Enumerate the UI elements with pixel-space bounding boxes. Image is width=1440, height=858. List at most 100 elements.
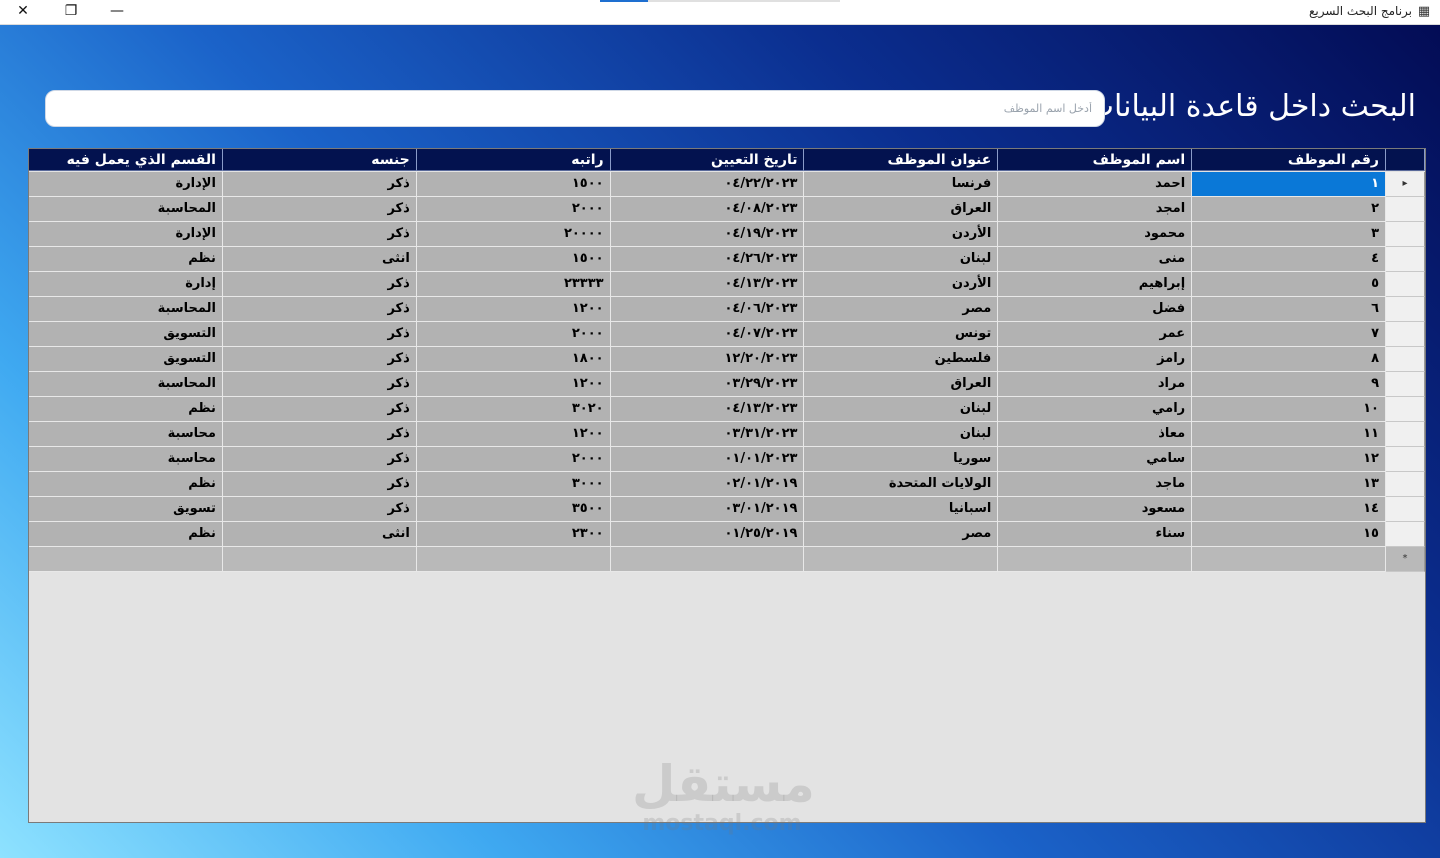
row-selector[interactable]	[1386, 322, 1425, 347]
row-selector[interactable]	[1386, 397, 1425, 422]
cell-employee-address[interactable]: الأردن	[804, 222, 999, 247]
cell-employee-address[interactable]: لبنان	[804, 397, 999, 422]
cell-employee-address[interactable]: تونس	[804, 322, 999, 347]
cell-gender[interactable]: ذكر	[222, 322, 417, 347]
row-selector[interactable]: ▸	[1386, 172, 1425, 197]
maximize-button[interactable]: ❐	[48, 0, 94, 24]
table-row[interactable]: ٨ رامز فلسطين ١٢/٢٠/٢٠٢٣ ١٨٠٠ ذكر التسويق	[29, 347, 1425, 372]
cell-employee-id[interactable]: ٩	[1192, 372, 1386, 397]
cell-employee-id[interactable]: ٥	[1192, 272, 1386, 297]
cell-employee-name[interactable]: مسعود	[998, 497, 1193, 522]
row-selector[interactable]	[1386, 497, 1425, 522]
cell-employee-id[interactable]: ٨	[1192, 347, 1386, 372]
cell-gender[interactable]: ذكر	[222, 347, 417, 372]
cell-hire-date[interactable]: ٠٣/٣١/٢٠٢٣	[610, 422, 805, 447]
table-row[interactable]: ٢ امجد العراق ٠٤/٠٨/٢٠٢٣ ٢٠٠٠ ذكر المحاسبة	[29, 197, 1425, 222]
table-row[interactable]: ١١ معاذ لبنان ٠٣/٣١/٢٠٢٣ ١٢٠٠ ذكر محاسبة	[29, 422, 1425, 447]
cell-department[interactable]: المحاسبة	[29, 297, 223, 322]
row-selector[interactable]	[1386, 247, 1425, 272]
cell-employee-address[interactable]: فرنسا	[804, 172, 999, 197]
cell-employee-name[interactable]: رامز	[998, 347, 1193, 372]
cell-employee-id[interactable]: ١١	[1192, 422, 1386, 447]
cell-salary[interactable]: ٣٠٢٠	[416, 397, 611, 422]
row-selector[interactable]	[1386, 472, 1425, 497]
cell-salary[interactable]: ٢٠٠٠	[416, 322, 611, 347]
row-selector[interactable]	[1386, 447, 1425, 472]
cell-salary[interactable]: ٢٠٠٠	[416, 197, 611, 222]
cell-hire-date[interactable]: ٠٢/٠١/٢٠١٩	[610, 472, 805, 497]
cell-employee-address[interactable]: العراق	[804, 372, 999, 397]
cell-employee-address[interactable]: سوريا	[804, 447, 999, 472]
cell-hire-date[interactable]: ٠٤/١٩/٢٠٢٣	[610, 222, 805, 247]
cell-department[interactable]: نظم	[29, 247, 223, 272]
new-cell-salary[interactable]	[416, 547, 611, 572]
cell-department[interactable]: محاسبة	[29, 422, 223, 447]
cell-employee-address[interactable]: العراق	[804, 197, 999, 222]
cell-hire-date[interactable]: ٠٣/٠١/٢٠١٩	[610, 497, 805, 522]
cell-gender[interactable]: ذكر	[222, 397, 417, 422]
cell-hire-date[interactable]: ٠٤/١٣/٢٠٢٣	[610, 272, 805, 297]
column-header-salary[interactable]: راتبه	[416, 149, 611, 171]
cell-salary[interactable]: ٣٠٠٠	[416, 472, 611, 497]
cell-employee-address[interactable]: الأردن	[804, 272, 999, 297]
cell-salary[interactable]: ٢٣٣٣٣	[416, 272, 611, 297]
table-row[interactable]: ٩ مراد العراق ٠٣/٢٩/٢٠٢٣ ١٢٠٠ ذكر المحاسبة	[29, 372, 1425, 397]
cell-employee-name[interactable]: امجد	[998, 197, 1193, 222]
cell-employee-id[interactable]: ١٥	[1192, 522, 1386, 547]
table-row[interactable]: ٥ إبراهيم الأردن ٠٤/١٣/٢٠٢٣ ٢٣٣٣٣ ذكر إدارة	[29, 272, 1425, 297]
row-selector[interactable]	[1386, 272, 1425, 297]
table-row[interactable]: ▸ ١ احمد فرنسا ٠٤/٢٢/٢٠٢٣ ١٥٠٠ ذكر الإدارة	[29, 172, 1425, 197]
cell-employee-name[interactable]: فضل	[998, 297, 1193, 322]
minimize-button[interactable]: —	[94, 0, 140, 24]
cell-gender[interactable]: انثى	[222, 247, 417, 272]
table-row[interactable]: ٤ منى لبنان ٠٤/٢٦/٢٠٢٣ ١٥٠٠ انثى نظم	[29, 247, 1425, 272]
cell-gender[interactable]: ذكر	[222, 372, 417, 397]
header-row-selector[interactable]	[1386, 149, 1425, 171]
cell-gender[interactable]: ذكر	[222, 197, 417, 222]
cell-employee-address[interactable]: لبنان	[804, 247, 999, 272]
row-selector[interactable]	[1386, 222, 1425, 247]
cell-employee-address[interactable]: لبنان	[804, 422, 999, 447]
cell-employee-id[interactable]: ١٤	[1192, 497, 1386, 522]
cell-salary[interactable]: ١٥٠٠	[416, 247, 611, 272]
cell-employee-id[interactable]: ٤	[1192, 247, 1386, 272]
new-cell-employee-address[interactable]	[804, 547, 999, 572]
cell-employee-address[interactable]: فلسطين	[804, 347, 999, 372]
cell-salary[interactable]: ٢٠٠٠	[416, 447, 611, 472]
cell-employee-name[interactable]: احمد	[998, 172, 1193, 197]
row-selector[interactable]	[1386, 197, 1425, 222]
cell-salary[interactable]: ١٨٠٠	[416, 347, 611, 372]
cell-gender[interactable]: ذكر	[222, 422, 417, 447]
table-row[interactable]: ٦ فضل مصر ٠٤/٠٦/٢٠٢٣ ١٢٠٠ ذكر المحاسبة	[29, 297, 1425, 322]
cell-gender[interactable]: ذكر	[222, 172, 417, 197]
row-selector[interactable]	[1386, 372, 1425, 397]
cell-department[interactable]: محاسبة	[29, 447, 223, 472]
cell-department[interactable]: نظم	[29, 522, 223, 547]
column-header-employee-id[interactable]: رقم الموظف	[1192, 149, 1386, 171]
cell-employee-name[interactable]: عمر	[998, 322, 1193, 347]
cell-employee-id[interactable]: ١٣	[1192, 472, 1386, 497]
cell-hire-date[interactable]: ٠١/٢٥/٢٠١٩	[610, 522, 805, 547]
search-input[interactable]	[46, 91, 1104, 126]
cell-gender[interactable]: ذكر	[222, 472, 417, 497]
cell-gender[interactable]: ذكر	[222, 497, 417, 522]
cell-employee-id[interactable]: ١	[1192, 172, 1386, 197]
column-header-gender[interactable]: جنسه	[222, 149, 417, 171]
column-header-hire-date[interactable]: تاريخ التعيين	[610, 149, 805, 171]
cell-salary[interactable]: ٢٣٠٠	[416, 522, 611, 547]
cell-employee-id[interactable]: ٧	[1192, 322, 1386, 347]
cell-department[interactable]: التسويق	[29, 322, 223, 347]
new-cell-hire-date[interactable]	[610, 547, 805, 572]
cell-gender[interactable]: ذكر	[222, 222, 417, 247]
table-row[interactable]: ٧ عمر تونس ٠٤/٠٧/٢٠٢٣ ٢٠٠٠ ذكر التسويق	[29, 322, 1425, 347]
cell-employee-name[interactable]: إبراهيم	[998, 272, 1193, 297]
cell-department[interactable]: التسويق	[29, 347, 223, 372]
cell-employee-id[interactable]: ١٠	[1192, 397, 1386, 422]
cell-department[interactable]: نظم	[29, 397, 223, 422]
table-row[interactable]: ١٤ مسعود اسبانيا ٠٣/٠١/٢٠١٩ ٣٥٠٠ ذكر تسويق	[29, 497, 1425, 522]
cell-employee-name[interactable]: سامي	[998, 447, 1193, 472]
cell-hire-date[interactable]: ٠٤/٠٨/٢٠٢٣	[610, 197, 805, 222]
cell-salary[interactable]: ١٥٠٠	[416, 172, 611, 197]
column-header-employee-name[interactable]: اسم الموظف	[998, 149, 1193, 171]
cell-salary[interactable]: ٣٥٠٠	[416, 497, 611, 522]
